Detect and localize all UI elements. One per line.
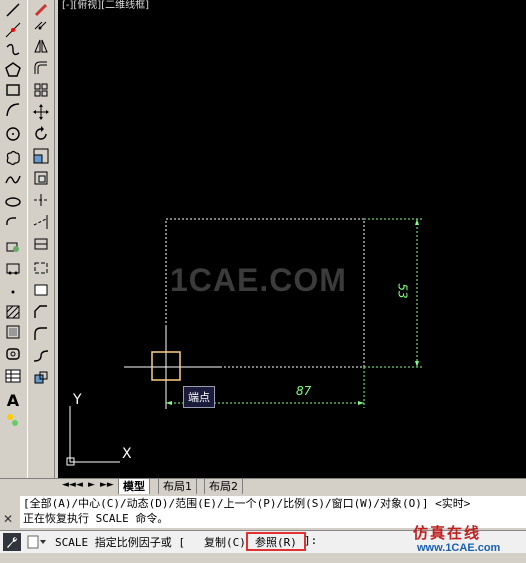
nav-first-tab[interactable]: ◄◄ — [62, 480, 76, 490]
point-icon[interactable] — [2, 282, 24, 302]
move-icon[interactable] — [30, 102, 52, 122]
break-at-point-icon[interactable] — [30, 234, 52, 254]
trim-icon[interactable] — [30, 190, 52, 210]
ucs-x-label: X — [122, 446, 132, 462]
add-selected-icon[interactable] — [2, 410, 24, 430]
make-block-icon[interactable] — [2, 258, 24, 278]
command-prompt: SCALE 指定比例因子或 [ — [55, 536, 185, 549]
ellipse-icon[interactable] — [2, 192, 24, 212]
circle-icon[interactable] — [2, 124, 24, 144]
brand-watermark-url: www.1CAE.com — [417, 542, 501, 554]
scale-preview-rectangle — [165, 218, 365, 368]
command-window: ✕ [全部(A)/中心(C)/动态(D)/范围(E)/上一个(P)/比例(S)/… — [0, 494, 526, 563]
table-icon[interactable] — [2, 366, 24, 386]
draw-toolbar: A — [0, 0, 28, 478]
break-icon[interactable] — [30, 258, 52, 278]
extend-icon[interactable] — [30, 212, 52, 232]
tab-model[interactable]: 模型 — [118, 479, 150, 495]
hatch-icon[interactable] — [2, 302, 24, 322]
stretch-icon[interactable] — [30, 168, 52, 188]
revision-cloud-icon[interactable] — [2, 148, 24, 168]
spline-icon[interactable] — [2, 170, 24, 190]
option-copy[interactable]: 复制(C) — [204, 534, 246, 550]
join-icon[interactable] — [30, 280, 52, 300]
layout-tab-bar: ◄◄ ◄ ► ►► 模型 布局1 布局2 — [0, 478, 526, 495]
chamfer-icon[interactable] — [30, 302, 52, 322]
fillet-icon[interactable] — [30, 324, 52, 344]
text-icon-letter: A — [6, 390, 20, 410]
tab-layout2[interactable]: 布局2 — [204, 479, 243, 495]
arc-icon[interactable] — [2, 100, 24, 120]
reference-option-highlight — [246, 532, 306, 551]
gradient-icon[interactable] — [2, 322, 24, 342]
rotate-icon[interactable] — [30, 124, 52, 144]
drawing-canvas[interactable]: [-][俯视][二维线框] 1CAE.COM 87 53 端点 Y X — [58, 0, 526, 478]
polyline-icon[interactable] — [2, 40, 24, 60]
polygon-icon[interactable] — [2, 60, 24, 80]
recent-commands-dropdown-icon[interactable] — [27, 535, 47, 552]
copy-icon[interactable] — [30, 14, 52, 34]
customize-wrench-icon[interactable] — [3, 533, 21, 551]
modify-toolbar — [27, 0, 56, 478]
drawing-geometry — [66, 218, 422, 466]
multiline-text-icon[interactable]: A — [2, 390, 24, 410]
line-icon[interactable] — [2, 0, 24, 20]
nav-next-tab[interactable]: ► — [88, 480, 95, 490]
region-icon[interactable] — [2, 344, 24, 364]
dimension-horizontal-value: 87 — [296, 384, 312, 398]
scale-icon[interactable] — [30, 146, 52, 166]
brand-watermark-cn: 仿真在线 — [413, 524, 482, 542]
array-icon[interactable] — [30, 80, 52, 100]
command-close-icon[interactable]: ✕ — [3, 512, 13, 526]
endpoint-snap-tooltip: 端点 — [183, 386, 215, 408]
nav-prev-tab[interactable]: ◄ — [76, 480, 83, 490]
nav-last-tab[interactable]: ►► — [100, 480, 114, 490]
blend-curves-icon[interactable] — [30, 346, 52, 366]
dimension-vertical-value: 53 — [395, 283, 410, 299]
tab-layout1[interactable]: 布局1 — [158, 479, 197, 495]
explode-icon[interactable] — [30, 368, 52, 388]
history-line: [全部(A)/中心(C)/动态(D)/范围(E)/上一个(P)/比例(S)/窗口… — [23, 497, 471, 510]
ucs-y-label: Y — [73, 392, 82, 408]
mirror-icon[interactable] — [30, 36, 52, 56]
ellipse-arc-icon[interactable] — [2, 212, 24, 232]
construction-line-icon[interactable] — [2, 20, 24, 40]
rectangle-icon[interactable] — [2, 80, 24, 100]
offset-icon[interactable] — [30, 58, 52, 78]
insert-block-icon[interactable] — [2, 236, 24, 256]
